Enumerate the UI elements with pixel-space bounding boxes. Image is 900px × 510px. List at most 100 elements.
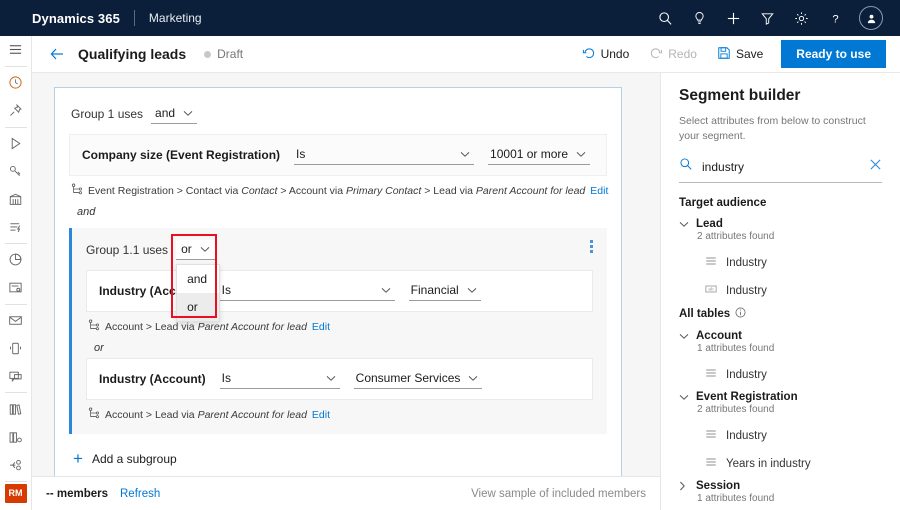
redo-button[interactable]: Redo: [639, 41, 707, 68]
save-disk-icon: [717, 46, 731, 63]
refresh-link[interactable]: Refresh: [120, 488, 160, 500]
filter-icon[interactable]: [750, 0, 784, 36]
page-title: Qualifying leads: [78, 46, 186, 62]
chevron-down-icon: [183, 106, 193, 120]
library-icon[interactable]: [0, 395, 32, 423]
table-toggle-lead[interactable]: Lead: [679, 218, 882, 230]
chevron-down-icon: [679, 221, 689, 228]
view-sample-link[interactable]: View sample of included members: [471, 488, 646, 500]
user-avatar[interactable]: [852, 0, 886, 36]
pin-icon[interactable]: [0, 97, 32, 125]
attribute-table-node: Session1 attributes found: [679, 480, 882, 504]
rail-divider: [5, 243, 27, 244]
chevron-down-icon: [460, 147, 470, 161]
target-audience-heading: Target audience: [679, 197, 882, 209]
events-icon[interactable]: [0, 185, 32, 213]
play-journeys-icon[interactable]: [0, 129, 32, 157]
help-icon[interactable]: ?: [818, 0, 852, 36]
target-audience-label: Target audience: [679, 197, 766, 209]
table-toggle-session[interactable]: Session: [679, 480, 882, 492]
lead-scoring-icon[interactable]: [0, 213, 32, 241]
all-tables-tree: Account1 attributes foundIndustryEvent R…: [679, 330, 882, 504]
group-1-1-joiner: or: [72, 334, 607, 358]
lightbulb-icon[interactable]: [682, 0, 716, 36]
segment-canvas: Group 1 uses and Company size (Event Reg…: [32, 73, 660, 476]
group-1-header: Group 1 uses and: [55, 88, 621, 134]
condition-operator-select[interactable]: Is: [294, 145, 474, 165]
edit-path-link[interactable]: Edit: [312, 321, 330, 333]
edit-path-link[interactable]: Edit: [312, 409, 330, 421]
attribute-item[interactable]: Industry: [679, 361, 882, 389]
group-1-1-overflow-menu-icon[interactable]: [590, 240, 593, 253]
forms-icon[interactable]: [0, 274, 32, 302]
app-name-label[interactable]: Marketing: [149, 11, 202, 25]
path-segment: Parent Account for lead: [198, 409, 307, 421]
subscriptions-icon[interactable]: [0, 451, 32, 479]
rail-divider: [5, 392, 27, 393]
path-segment: >: [424, 185, 430, 197]
attribute-item[interactable]: Years in industry: [679, 450, 882, 478]
edit-path-link[interactable]: Edit: [590, 185, 608, 197]
path-segment: Account: [105, 321, 143, 333]
email-icon[interactable]: [0, 307, 32, 335]
search-icon[interactable]: [648, 0, 682, 36]
add-subgroup-label: Add a subgroup: [92, 452, 177, 466]
info-icon[interactable]: [735, 307, 746, 321]
avatar-circle: [859, 6, 883, 30]
segment-builder-panel: Segment builder Select attributes from b…: [660, 73, 900, 510]
mobile-icon[interactable]: [0, 335, 32, 363]
attribute-name: Years in industry: [726, 458, 811, 470]
table-toggle-event-registration[interactable]: Event Registration: [679, 391, 882, 403]
condition-value-select[interactable]: 10001 or more: [488, 145, 590, 165]
attribute-name: Industry: [726, 430, 767, 442]
ready-to-use-button[interactable]: Ready to use: [781, 40, 886, 68]
table-name: Account: [696, 330, 742, 342]
condition-value-select[interactable]: Financial: [409, 281, 481, 301]
path-segment: Contact via: [186, 185, 239, 197]
chevron-right-icon: [679, 481, 689, 491]
target-audience-tree: Lead2 attributes foundIndustryabIndustry: [679, 218, 882, 305]
attribute-item[interactable]: Industry: [679, 249, 882, 277]
save-button[interactable]: Save: [707, 41, 773, 68]
attribute-count: 2 attributes found: [697, 404, 882, 415]
back-arrow-icon[interactable]: [40, 36, 74, 73]
add-subgroup-button[interactable]: + Add a subgroup: [55, 434, 621, 476]
group-1-operator-select[interactable]: and: [151, 104, 197, 124]
gear-icon[interactable]: [784, 0, 818, 36]
condition-operator-select[interactable]: Is: [220, 281, 395, 301]
chat-icon[interactable]: [0, 362, 32, 390]
group-1-1-operator-dropdown: or and or: [176, 240, 215, 260]
attribute-name: Industry: [726, 285, 767, 297]
member-count: -- members: [46, 488, 108, 500]
condition-a-relationship-path: Account > Lead via Parent Account for le…: [72, 312, 607, 334]
dropdown-option-and[interactable]: and: [177, 265, 219, 293]
group-1-card: Group 1 uses and Company size (Event Reg…: [54, 87, 622, 476]
group-1-1-operator-trigger[interactable]: or: [176, 240, 215, 260]
recent-clock-icon[interactable]: [0, 69, 32, 97]
attribute-item[interactable]: abIndustry: [679, 277, 882, 305]
group-1-operator-value: and: [155, 106, 175, 120]
user-initials-tile[interactable]: RM: [5, 484, 27, 503]
clear-search-icon[interactable]: [869, 158, 882, 176]
chevron-down-icon: [576, 147, 586, 161]
brand-logo[interactable]: Dynamics 365: [0, 11, 120, 26]
undo-button[interactable]: Undo: [572, 41, 640, 68]
attribute-item[interactable]: Industry: [679, 422, 882, 450]
hamburger-icon[interactable]: [0, 36, 32, 64]
list-icon: [705, 455, 717, 473]
dropdown-option-or[interactable]: or: [177, 293, 219, 321]
attribute-table-node: Lead2 attributes foundIndustryabIndustry: [679, 218, 882, 305]
segments-icon[interactable]: [0, 157, 32, 185]
attribute-name: Industry: [726, 257, 767, 269]
group-1-1-subgroup: Group 1.1 uses or and or: [69, 228, 607, 434]
segment-footer: -- members Refresh View sample of includ…: [32, 476, 660, 510]
rail-divider: [5, 481, 27, 482]
table-toggle-account[interactable]: Account: [679, 330, 882, 342]
condition-operator-select[interactable]: Is: [220, 369, 340, 389]
plus-icon[interactable]: [716, 0, 750, 36]
path-segment: Account via: [289, 185, 343, 197]
search-input[interactable]: [702, 160, 860, 174]
analytics-pie-icon[interactable]: [0, 246, 32, 274]
condition-value-select[interactable]: Consumer Services: [354, 369, 483, 389]
templates-icon[interactable]: [0, 423, 32, 451]
